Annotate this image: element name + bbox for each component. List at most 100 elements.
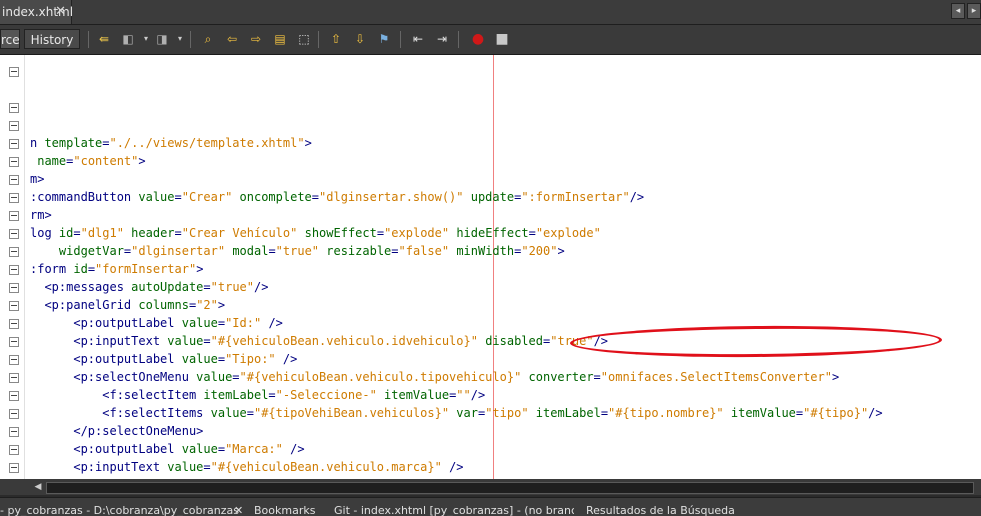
find-next-icon[interactable]: ⇨ (248, 31, 264, 47)
code-token: = (203, 334, 211, 348)
toggle-bookmark-icon[interactable]: ⚑ (376, 31, 392, 47)
last-edit-icon[interactable]: ⇚ (96, 31, 112, 47)
code-token: value (167, 334, 204, 348)
fold-collapse-icon[interactable] (9, 193, 19, 203)
bottom-tab-bookmarks[interactable]: Bookmarks (254, 498, 324, 516)
code-line[interactable] (30, 98, 883, 116)
fold-collapse-icon[interactable] (9, 301, 19, 311)
code-token: = (268, 244, 276, 258)
code-line[interactable]: widgetVar="dlginsertar" modal="true" res… (30, 242, 883, 260)
code-token: "-Seleccione-" (275, 388, 385, 402)
code-line[interactable]: </p:selectOneMenu> (30, 422, 883, 440)
code-line[interactable]: m> (30, 170, 883, 188)
source-tab-button[interactable]: rce (0, 29, 20, 49)
fold-collapse-icon[interactable] (9, 67, 19, 77)
code-token: = (203, 460, 211, 474)
scrollbar-thumb[interactable] (46, 482, 974, 494)
fold-collapse-icon[interactable] (9, 337, 19, 347)
fold-collapse-icon[interactable] (9, 103, 19, 113)
back-icon[interactable]: ◧ (120, 31, 136, 47)
code-token: "tipo" (485, 406, 536, 420)
fold-collapse-icon[interactable] (9, 409, 19, 419)
code-line[interactable]: <p:messages autoUpdate="true"/> (30, 278, 883, 296)
fold-collapse-icon[interactable] (9, 121, 19, 131)
code-token: update (470, 190, 515, 204)
code-token: <p:selectOneMenu (30, 370, 197, 384)
record-macro-icon[interactable]: ● (470, 31, 486, 47)
fold-collapse-icon[interactable] (9, 445, 19, 455)
scroll-left-arrow-icon[interactable]: ◀ (32, 481, 44, 493)
fold-collapse-icon[interactable] (9, 247, 19, 257)
code-line[interactable]: <f:selectItem itemLabel="-Seleccione-" i… (30, 386, 883, 404)
code-token: autoUpdate (131, 280, 204, 294)
find-icon[interactable]: ⌕ (200, 31, 216, 47)
fold-collapse-icon[interactable] (9, 355, 19, 365)
code-token: converter (528, 370, 594, 384)
rectangular-selection-icon[interactable]: ⬚ (296, 31, 312, 47)
scroll-tabs-right-icon[interactable]: ▸ (967, 3, 981, 19)
find-previous-icon[interactable]: ⇦ (224, 31, 240, 47)
forward-dropdown-icon[interactable]: ▾ (172, 31, 188, 47)
code-token: /> (629, 190, 645, 204)
code-token: "Tipo:" (225, 352, 283, 366)
bottom-tab-project[interactable]: - py_cobranzas - D:\cobranza\py_cobranza… (0, 498, 246, 516)
fold-collapse-icon[interactable] (9, 229, 19, 239)
fold-collapse-icon[interactable] (9, 373, 19, 383)
next-bookmark-icon[interactable]: ⇩ (352, 31, 368, 47)
code-line[interactable]: :form id="formInsertar"> (30, 260, 883, 278)
code-token: minWidth (456, 244, 515, 258)
code-token: /> (282, 352, 298, 366)
code-content[interactable]: n template="./../views/template.xhtml"> … (30, 98, 883, 479)
code-line[interactable]: n template="./../views/template.xhtml"> (30, 134, 883, 152)
previous-bookmark-icon[interactable]: ⇧ (328, 31, 344, 47)
code-token: itemValue (730, 406, 796, 420)
code-token: = (391, 244, 399, 258)
file-tab[interactable]: index.xhtml ✕ (0, 0, 73, 24)
fold-collapse-icon[interactable] (9, 157, 19, 167)
fold-collapse-icon[interactable] (9, 463, 19, 473)
scroll-tabs-left-icon[interactable]: ◂ (951, 3, 965, 19)
close-tab-icon[interactable]: ✕ (55, 0, 66, 24)
horizontal-scrollbar[interactable]: ◀ (0, 479, 981, 495)
stop-macro-icon[interactable]: ■ (494, 31, 510, 47)
back-dropdown-icon[interactable]: ▾ (138, 31, 154, 47)
code-token: /> (268, 316, 283, 330)
code-token: /> (290, 442, 305, 456)
forward-icon[interactable]: ◨ (154, 31, 170, 47)
code-token: widgetVar (30, 244, 124, 258)
shift-right-icon[interactable]: ⇥ (434, 31, 450, 47)
code-line[interactable]: <p:panelGrid columns="2"> (30, 296, 883, 314)
fold-collapse-icon[interactable] (9, 211, 19, 221)
fold-collapse-icon[interactable] (9, 175, 19, 185)
fold-collapse-icon[interactable] (9, 283, 19, 293)
code-token: = (246, 406, 254, 420)
code-token: <p:inputText (30, 334, 168, 348)
code-line[interactable]: <p:selectOneMenu value="#{vehiculoBean.v… (30, 368, 883, 386)
code-line[interactable] (30, 116, 883, 134)
close-tab-icon[interactable]: ✕ (234, 498, 243, 516)
fold-collapse-icon[interactable] (9, 319, 19, 329)
code-token: value (210, 406, 247, 420)
code-line[interactable]: <p:inputText value="#{vehiculoBean.vehic… (30, 458, 883, 476)
code-token: template (44, 136, 103, 150)
code-line[interactable]: name="content"> (30, 152, 883, 170)
fold-collapse-icon[interactable] (9, 391, 19, 401)
toggle-highlight-icon[interactable]: ▤ (272, 31, 288, 47)
code-line[interactable]: log id="dlg1" header="Crear Vehículo" sh… (30, 224, 883, 242)
code-editor[interactable]: n template="./../views/template.xhtml"> … (0, 55, 981, 479)
code-line[interactable]: <f:selectItems value="#{tipoVehiBean.veh… (30, 404, 882, 422)
fold-collapse-icon[interactable] (9, 139, 19, 149)
code-token: var (456, 406, 478, 420)
shift-left-icon[interactable]: ⇤ (410, 31, 426, 47)
code-line[interactable]: :commandButton value="Crear" oncomplete=… (30, 188, 883, 206)
code-line[interactable]: rm> (30, 206, 883, 224)
code-token: hideEffect (456, 226, 529, 240)
history-tab-button[interactable]: History (24, 29, 80, 49)
code-token: = (376, 226, 385, 240)
bottom-tab-git[interactable]: Git - index.xhtml [py_cobranzas] - (no b… (334, 498, 574, 516)
code-token: > (217, 298, 226, 312)
code-line[interactable]: <p:outputLabel value="Marca:" /> (30, 440, 883, 458)
bottom-tab-search-results[interactable]: Resultados de la Búsqueda (586, 498, 746, 516)
fold-collapse-icon[interactable] (9, 265, 19, 275)
fold-collapse-icon[interactable] (9, 427, 19, 437)
